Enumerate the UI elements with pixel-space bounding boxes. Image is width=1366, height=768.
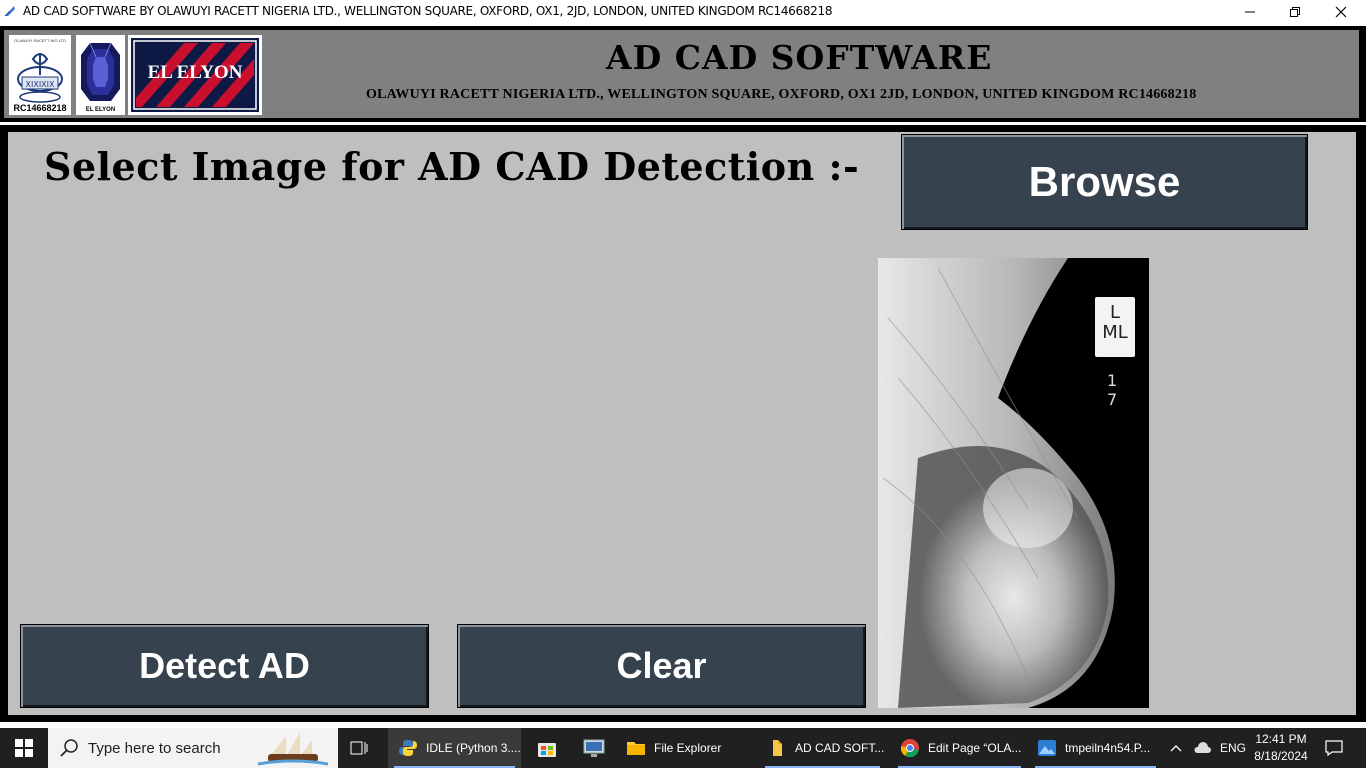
racett-logo: OLAWUYI RACETT NIG LTD XIXIXIX RC1466821… (9, 35, 71, 115)
sapphire-logo: EL ELYON (76, 35, 125, 115)
store-icon (538, 743, 556, 757)
close-button[interactable] (1318, 0, 1364, 23)
folder-icon (627, 742, 645, 755)
start-button[interactable] (0, 728, 48, 768)
clock-time: 12:41 PM (1255, 732, 1307, 746)
el-elyon-caption: EL ELYON (147, 62, 243, 83)
chevron-up-icon[interactable] (1168, 740, 1184, 756)
header-panel: OLAWUYI RACETT NIG LTD XIXIXIX RC1466821… (4, 30, 1359, 118)
restore-icon (1290, 6, 1300, 17)
windows-logo-icon (15, 739, 33, 757)
python-icon (399, 740, 417, 756)
browse-button[interactable]: Browse (901, 134, 1308, 230)
taskbar-item-ad-cad[interactable]: AD CAD SOFT... (759, 728, 886, 768)
monitor-icon (583, 739, 605, 757)
taskbar-item-chrome[interactable]: Edit Page “OLA... (892, 728, 1027, 768)
pirate-ship-icon (258, 732, 328, 766)
app-icon (773, 740, 782, 756)
marker-side: L (1109, 302, 1121, 323)
notification-icon (1325, 740, 1343, 756)
marker-number: 1 7 (1107, 371, 1124, 409)
el-elyon-logo: EL ELYON (128, 35, 262, 115)
svg-text:XIXIXIX: XIXIXIX (26, 80, 56, 89)
window-title: AD CAD SOFTWARE BY OLAWUYI RACETT NIGERI… (23, 4, 833, 18)
clear-button[interactable]: Clear (457, 624, 866, 708)
select-image-label: Select Image for AD CAD Detection :- (44, 144, 860, 189)
window-titlebar: AD CAD SOFTWARE BY OLAWUYI RACETT NIGERI… (0, 0, 1366, 23)
content-area: Select Image for AD CAD Detection :- Bro… (8, 132, 1356, 715)
taskbar-item-photos[interactable]: tmpeiln4n54.P... (1029, 728, 1162, 768)
minimize-button[interactable] (1227, 0, 1273, 23)
search-placeholder: Type here to search (88, 740, 221, 757)
taskbar-clock[interactable]: 12:41 PM 8/18/2024 (1246, 731, 1316, 765)
photos-icon (1038, 740, 1056, 756)
task-view-icon (350, 741, 368, 755)
racett-logo-caption: RC14668218 (13, 103, 67, 113)
taskbar-item-label: tmpeiln4n54.P... (1065, 741, 1151, 755)
view-marker-label: L ML (1095, 297, 1135, 357)
taskbar-item-idle[interactable]: IDLE (Python 3.... (388, 728, 521, 768)
taskbar: Type here to search IDLE (Python 3.... F… (0, 728, 1366, 768)
chrome-icon (900, 739, 919, 758)
main-panel: Select Image for AD CAD Detection :- Bro… (0, 125, 1366, 722)
search-icon (60, 739, 78, 757)
language-indicator[interactable]: ENG (1220, 741, 1246, 755)
sapphire-logo-caption: EL ELYON (85, 107, 116, 113)
taskbar-item-label: File Explorer (654, 741, 722, 755)
taskbar-item-label: IDLE (Python 3.... (426, 741, 521, 755)
header-banner: OLAWUYI RACETT NIG LTD XIXIXIX RC1466821… (0, 26, 1366, 122)
notifications-button[interactable] (1322, 728, 1346, 768)
taskbar-item-store[interactable] (533, 728, 561, 768)
app-title: AD CAD SOFTWARE (606, 38, 993, 77)
mammogram-image: L ML 1 7 (878, 258, 1149, 708)
taskbar-item-remote[interactable] (580, 728, 608, 768)
taskbar-item-label: AD CAD SOFT... (795, 741, 885, 755)
restore-button[interactable] (1272, 0, 1318, 23)
marker-view: ML (1102, 322, 1128, 343)
taskbar-search-box[interactable]: Type here to search (48, 728, 338, 768)
sapphire-gem-icon (81, 42, 120, 101)
cloud-icon[interactable] (1192, 740, 1212, 756)
task-view-button[interactable] (344, 728, 374, 768)
system-tray: ENG (1168, 728, 1246, 768)
app-feather-icon (4, 6, 15, 17)
company-address: OLAWUYI RACETT NIGERIA LTD., WELLINGTON … (366, 87, 1197, 102)
clock-date: 8/18/2024 (1254, 749, 1308, 763)
crown-emblem-icon: XIXIXIX (17, 53, 63, 103)
minimize-icon (1245, 11, 1255, 12)
detect-ad-button[interactable]: Detect AD (20, 624, 429, 708)
taskbar-item-label: Edit Page “OLA... (928, 741, 1022, 755)
close-icon (1335, 6, 1347, 17)
taskbar-item-file-explorer[interactable]: File Explorer (618, 728, 754, 768)
